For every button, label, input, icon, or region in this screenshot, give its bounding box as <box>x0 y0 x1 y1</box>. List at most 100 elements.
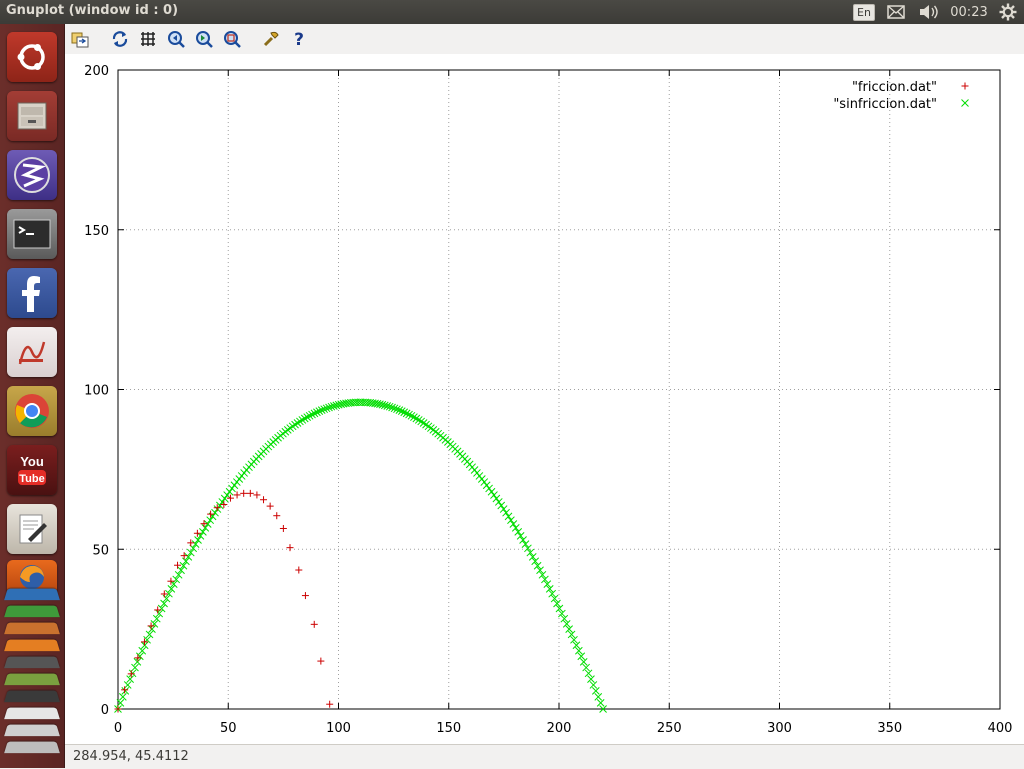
x-tick-label: 400 <box>988 721 1013 736</box>
data-point-cross <box>582 663 590 672</box>
libreoffice-calc-icon[interactable] <box>4 605 60 618</box>
data-point-cross <box>499 505 508 513</box>
software-center-icon[interactable] <box>4 656 60 669</box>
data-point-cross <box>589 681 598 689</box>
data-point-plus <box>310 620 318 628</box>
help-icon[interactable]: ? <box>289 29 309 49</box>
volume-icon[interactable] <box>916 0 942 24</box>
replot-icon[interactable] <box>110 29 130 49</box>
pdf-viewer-icon[interactable] <box>7 327 57 377</box>
files-icon[interactable] <box>7 91 57 141</box>
legend: "friccion.dat" "sinfriccion.dat" <box>833 80 969 112</box>
data-point-cross <box>118 693 127 701</box>
workspace-switcher-icon[interactable] <box>4 690 60 703</box>
data-point-plus <box>266 502 274 510</box>
x-tick-label: 300 <box>767 721 792 736</box>
legend-label: "sinfriccion.dat" <box>833 97 937 112</box>
series-sinfriccion <box>114 398 607 713</box>
libreoffice-writer-icon[interactable] <box>4 588 60 601</box>
grid-icon[interactable] <box>138 29 158 49</box>
data-point-cross <box>509 520 518 528</box>
cursor-coordinates: 284.954, 45.4112 <box>73 749 189 764</box>
data-point-cross <box>492 494 501 503</box>
window-title: Gnuplot (window id : 0) <box>6 3 179 18</box>
data-point-cross <box>591 687 600 695</box>
data-point-cross <box>288 422 297 431</box>
trash-icon[interactable] <box>4 707 60 720</box>
data-point-plus <box>301 592 309 600</box>
data-point-cross <box>587 675 595 683</box>
chrome-icon[interactable] <box>7 386 57 436</box>
svg-text:?: ? <box>294 30 304 48</box>
emacs-icon[interactable] <box>7 150 57 200</box>
data-point-cross <box>199 528 207 536</box>
y-tick-label: 50 <box>92 543 109 558</box>
data-point-plus <box>240 489 248 497</box>
data-point-cross <box>291 420 299 429</box>
data-point-cross <box>194 536 202 544</box>
gear-icon[interactable] <box>996 0 1020 24</box>
keyboard-indicator[interactable]: En <box>852 0 876 24</box>
terminal-icon[interactable] <box>7 209 57 259</box>
data-point-cross <box>206 516 215 525</box>
data-point-cross <box>123 681 132 689</box>
data-point-plus <box>127 670 135 678</box>
x-tick-label: 150 <box>436 721 461 736</box>
libreoffice-impress-icon[interactable] <box>4 622 60 635</box>
settings-icon[interactable] <box>4 673 60 686</box>
export-icon[interactable] <box>70 29 90 49</box>
trash-icon-2[interactable] <box>4 724 60 737</box>
youtube-icon[interactable]: You Tube <box>7 445 57 495</box>
data-point-cross <box>228 484 236 493</box>
data-point-cross <box>519 536 527 544</box>
launcher: You Tube <box>0 24 65 768</box>
clock[interactable]: 00:23 <box>948 0 990 24</box>
data-point-plus <box>253 491 261 499</box>
data-point-plus <box>286 544 294 552</box>
status-bar: 284.954, 45.4112 <box>65 744 1024 769</box>
text-editor-icon[interactable] <box>7 504 57 554</box>
grid-lines <box>118 70 1000 709</box>
facebook-icon[interactable] <box>7 268 57 318</box>
y-tick-label: 200 <box>84 64 109 79</box>
data-point-cross <box>596 699 605 707</box>
data-point-cross <box>487 487 496 496</box>
unzoom-icon[interactable] <box>222 29 242 49</box>
legend-marker <box>961 82 969 90</box>
language-badge: En <box>853 3 875 21</box>
series-friccion <box>114 489 334 713</box>
y-tick-label: 150 <box>84 224 109 239</box>
amazon-icon[interactable] <box>4 639 60 652</box>
launcher-overflow-icon[interactable] <box>4 741 60 754</box>
x-tick-label: 250 <box>657 721 682 736</box>
gnuplot-toolbar: ? <box>65 24 1024 54</box>
legend-marker <box>961 99 969 107</box>
data-point-cross <box>223 491 232 499</box>
data-point-plus <box>187 539 195 547</box>
ubuntu-dash-icon[interactable] <box>7 32 57 82</box>
legend-label: "friccion.dat" <box>852 80 937 95</box>
plot-svg[interactable]: 0 50 100 150 200 250 300 350 400 0 50 100 150 200 "f… <box>65 54 1024 744</box>
data-point-cross <box>497 501 506 510</box>
data-point-cross <box>594 693 603 701</box>
data-point-cross <box>201 524 210 532</box>
zoom-next-icon[interactable] <box>194 29 214 49</box>
data-point-cross <box>502 508 510 517</box>
mail-icon[interactable] <box>884 0 908 24</box>
data-point-cross <box>584 669 593 678</box>
data-point-cross <box>507 516 515 525</box>
data-point-cross <box>504 512 513 521</box>
data-point-cross <box>514 528 523 536</box>
svg-text:Tube: Tube <box>19 473 44 485</box>
y-tick-labels: 0 50 100 150 200 <box>84 64 109 718</box>
options-icon[interactable] <box>261 29 281 49</box>
plot-canvas[interactable]: 0 50 100 150 200 250 300 350 400 0 50 100 150 200 "f… <box>65 54 1024 744</box>
y-tick-label: 100 <box>84 384 109 399</box>
zoom-previous-icon[interactable] <box>166 29 186 49</box>
data-point-plus <box>260 496 268 504</box>
data-point-plus <box>273 512 281 520</box>
data-point-cross <box>121 687 130 695</box>
data-point-cross <box>511 524 520 532</box>
x-tick-label: 100 <box>326 721 351 736</box>
data-point-plus <box>279 524 287 532</box>
